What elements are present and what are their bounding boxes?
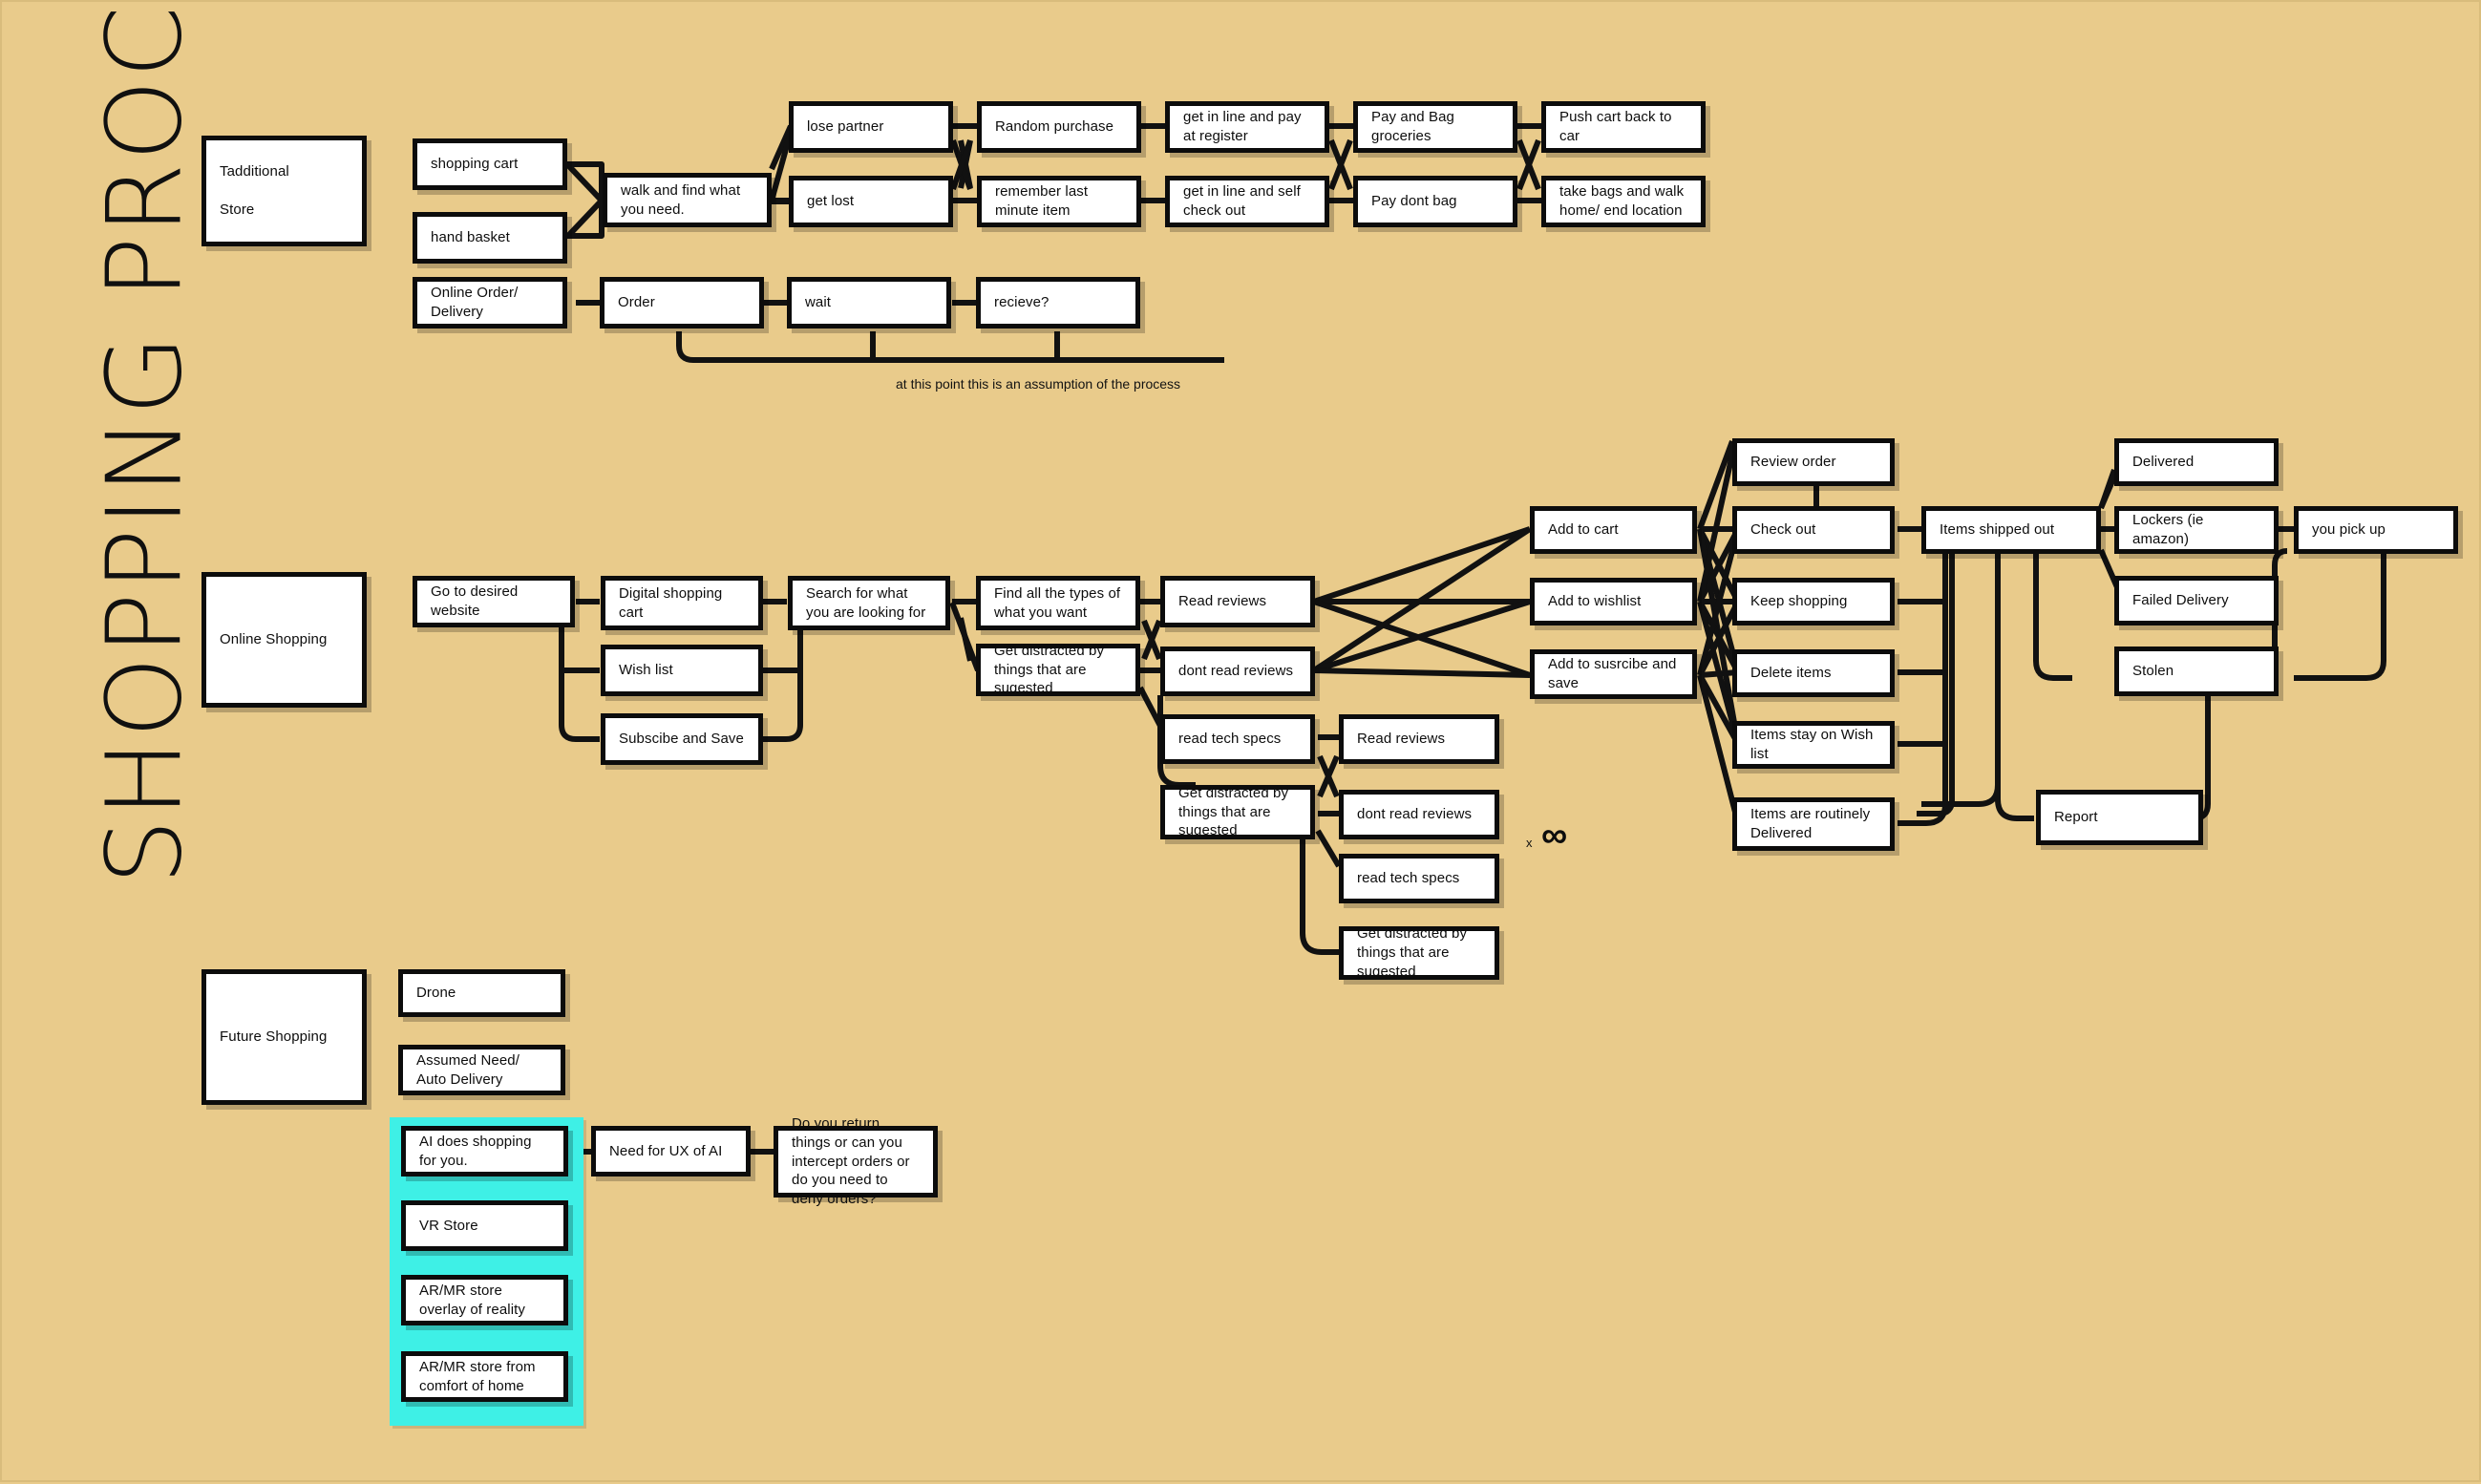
node-walk-and-find[interactable]: walk and find what you need. xyxy=(603,173,772,227)
node-pay-and-bag-groceries[interactable]: Pay and Bag groceries xyxy=(1353,101,1517,153)
node-check-out[interactable]: Check out xyxy=(1732,506,1895,554)
node-wait[interactable]: wait xyxy=(787,277,951,329)
node-keep-shopping[interactable]: Keep shopping xyxy=(1732,578,1895,625)
node-ar-mr-store-overlay[interactable]: AR/MR store overlay of reality xyxy=(401,1275,568,1325)
node-go-to-desired-website[interactable]: Go to desired website xyxy=(413,576,575,627)
node-add-to-cart[interactable]: Add to cart xyxy=(1530,506,1697,554)
node-order[interactable]: Order xyxy=(600,277,764,329)
node-read-reviews-1[interactable]: Read reviews xyxy=(1160,576,1315,627)
node-get-in-line-and-pay[interactable]: get in line and pay at register xyxy=(1165,101,1329,153)
node-get-distracted-2[interactable]: Get distracted by things that are sugest… xyxy=(1160,785,1315,839)
node-get-distracted-1[interactable]: Get distracted by things that are sugest… xyxy=(976,643,1140,696)
node-remember-last-minute-item[interactable]: remember last minute item xyxy=(977,176,1141,227)
node-get-lost[interactable]: get lost xyxy=(789,176,953,227)
node-dont-read-reviews-1[interactable]: dont read reviews xyxy=(1160,647,1315,696)
node-delete-items[interactable]: Delete items xyxy=(1732,649,1895,697)
diagram-canvas: SHOPPING PROCESS. Tadditional Store shop… xyxy=(0,0,2481,1482)
node-add-to-subscribe-and-save[interactable]: Add to susrcibe and save xyxy=(1530,649,1697,699)
node-ai-does-shopping-for-you[interactable]: AI does shopping for you. xyxy=(401,1126,568,1177)
node-vr-store[interactable]: VR Store xyxy=(401,1200,568,1251)
node-items-routinely-delivered[interactable]: Items are routinely Delivered xyxy=(1732,797,1895,851)
node-you-pick-up[interactable]: you pick up xyxy=(2294,506,2458,554)
node-read-tech-specs-1[interactable]: read tech specs xyxy=(1160,714,1315,764)
node-stolen[interactable]: Stolen xyxy=(2114,647,2279,696)
node-delivered[interactable]: Delivered xyxy=(2114,438,2279,486)
node-random-purchase[interactable]: Random purchase xyxy=(977,101,1141,153)
node-get-distracted-3[interactable]: Get distracted by things that are sugest… xyxy=(1339,925,1499,980)
node-return-intercept-deny-question[interactable]: Do you return things or can you intercep… xyxy=(774,1115,938,1207)
node-find-all-types[interactable]: Find all the types of what you want xyxy=(976,576,1140,630)
infinity-symbol: ∞ xyxy=(1541,816,1568,856)
node-report[interactable]: Report xyxy=(2036,790,2203,845)
node-read-reviews-2[interactable]: Read reviews xyxy=(1339,714,1499,764)
node-pay-dont-bag[interactable]: Pay dont bag xyxy=(1353,176,1517,227)
node-hand-basket[interactable]: hand basket xyxy=(413,212,567,264)
node-subscibe-and-save[interactable]: Subscibe and Save xyxy=(601,713,763,765)
node-assumed-need-auto-delivery[interactable]: Assumed Need/ Auto Delivery xyxy=(398,1045,565,1095)
node-ar-mr-store-from-home[interactable]: AR/MR store from comfort of home xyxy=(401,1351,568,1402)
node-online-order-delivery[interactable]: Online Order/ Delivery xyxy=(413,277,567,329)
node-wish-list[interactable]: Wish list xyxy=(601,645,763,696)
node-failed-delivery[interactable]: Failed Delivery xyxy=(2114,576,2279,625)
node-digital-shopping-cart[interactable]: Digital shopping cart xyxy=(601,576,763,630)
page-title: SHOPPING PROCESS. xyxy=(85,0,205,885)
assumption-note: at this point this is an assumption of t… xyxy=(896,376,1181,392)
node-dont-read-reviews-2[interactable]: dont read reviews xyxy=(1339,790,1499,839)
node-take-bags-walk-home[interactable]: take bags and walk home/ end location xyxy=(1541,176,1706,227)
node-items-stay-on-wishlist[interactable]: Items stay on Wish list xyxy=(1732,721,1895,769)
lane-traditional-label: Tadditional Store xyxy=(220,163,289,218)
node-get-in-line-self-checkout[interactable]: get in line and self check out xyxy=(1165,176,1329,227)
node-read-tech-specs-2[interactable]: read tech specs xyxy=(1339,854,1499,903)
node-search-for-what-you-want[interactable]: Search for what you are looking for xyxy=(788,576,950,630)
lane-future-shopping: Future Shopping xyxy=(201,969,367,1105)
node-need-for-ux-of-ai[interactable]: Need for UX of AI xyxy=(591,1126,751,1177)
lane-online-shopping: Online Shopping xyxy=(201,572,367,708)
node-lockers-amazon[interactable]: Lockers (ie amazon) xyxy=(2114,506,2279,554)
lane-traditional-store: Tadditional Store xyxy=(201,136,367,246)
node-lose-partner[interactable]: lose partner xyxy=(789,101,953,153)
node-push-cart-back-to-car[interactable]: Push cart back to car xyxy=(1541,101,1706,153)
node-add-to-wishlist[interactable]: Add to wishlist xyxy=(1530,578,1697,625)
node-review-order[interactable]: Review order xyxy=(1732,438,1895,486)
node-shopping-cart[interactable]: shopping cart xyxy=(413,138,567,190)
loop-multiplier-x: x xyxy=(1526,836,1533,850)
node-items-shipped-out[interactable]: Items shipped out xyxy=(1921,506,2101,554)
node-drone[interactable]: Drone xyxy=(398,969,565,1017)
node-recieve[interactable]: recieve? xyxy=(976,277,1140,329)
